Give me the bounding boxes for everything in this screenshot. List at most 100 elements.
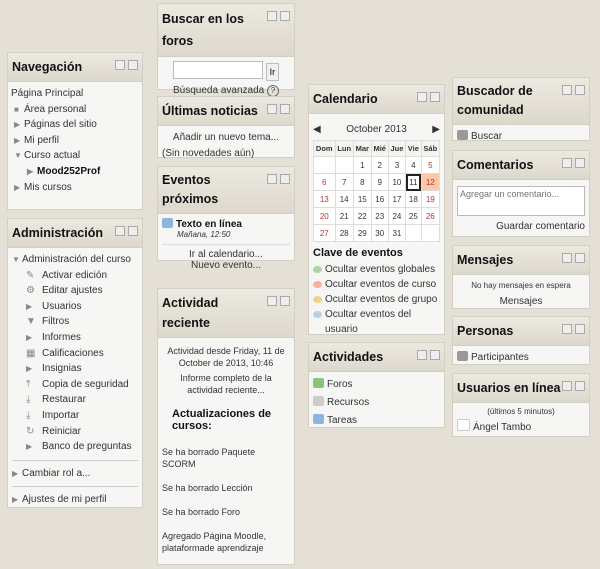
activity-forums[interactable]: Foros [313, 376, 440, 394]
block-controls[interactable] [562, 324, 585, 334]
dock-icon[interactable] [575, 381, 585, 391]
collapse-icon[interactable] [115, 226, 125, 236]
community-search-link[interactable]: Buscar [457, 129, 585, 145]
dock-icon[interactable] [280, 174, 290, 184]
switch-role[interactable]: ▶ Cambiar rol a... [12, 466, 138, 482]
participants-link[interactable]: Participantes [457, 350, 585, 366]
nav-dashboard[interactable]: ■ Área personal [11, 102, 138, 118]
collapse-icon[interactable] [562, 253, 572, 263]
admin-question-bank[interactable]: ▶ Banco de preguntas [26, 439, 138, 455]
messages-link[interactable]: Mensajes [457, 296, 585, 307]
calendar-day[interactable]: 31 [387, 224, 407, 242]
collapse-icon[interactable] [267, 174, 277, 184]
event-item[interactable]: Texto en línea [162, 218, 290, 230]
calendar-day[interactable]: 17 [387, 190, 407, 208]
nav-home[interactable]: Página Principal [11, 86, 138, 102]
calendar-day[interactable]: 20 [313, 207, 336, 225]
collapse-icon[interactable] [267, 296, 277, 306]
calendar-day[interactable]: 21 [334, 207, 354, 225]
nav-my-courses[interactable]: ▶ Mis cursos [11, 180, 138, 196]
admin-import[interactable]: ⤓ Importar [26, 408, 138, 424]
collapse-icon[interactable] [115, 60, 125, 70]
goto-calendar-link[interactable]: Ir al calendario... [162, 249, 290, 260]
admin-reset[interactable]: ↻ Reiniciar [26, 424, 138, 440]
calendar-day[interactable]: 23 [370, 207, 389, 225]
block-controls[interactable] [267, 104, 290, 114]
comment-textarea[interactable] [457, 186, 585, 216]
search-go-button[interactable]: Ir [265, 62, 280, 81]
dock-icon[interactable] [575, 158, 585, 168]
collapse-icon[interactable] [562, 85, 572, 95]
dock-icon[interactable] [280, 296, 290, 306]
profile-settings[interactable]: ▶ Ajustes de mi perfil [12, 492, 138, 508]
collapse-icon[interactable] [562, 158, 572, 168]
calendar-day[interactable]: 8 [352, 173, 372, 191]
calendar-day[interactable]: 25 [405, 207, 422, 225]
block-controls[interactable] [562, 381, 585, 391]
dock-icon[interactable] [280, 11, 290, 21]
admin-restore[interactable]: ⤓ Restaurar [26, 392, 138, 408]
collapse-icon[interactable] [562, 381, 572, 391]
calendar-day[interactable]: 12 [420, 173, 441, 191]
event-key-toggle[interactable]: Ocultar eventos de grupo [313, 292, 440, 307]
dock-icon[interactable] [575, 253, 585, 263]
calendar-day[interactable]: 24 [387, 207, 407, 225]
calendar-day[interactable]: 5 [420, 156, 441, 174]
block-controls[interactable] [115, 226, 138, 236]
help-icon[interactable]: ? [266, 84, 279, 97]
add-topic-link[interactable]: Añadir un nuevo tema... [162, 130, 290, 146]
calendar-day[interactable]: 2 [370, 156, 389, 174]
event-key-toggle[interactable]: Ocultar eventos globales [313, 262, 440, 277]
calendar-day[interactable]: 26 [420, 207, 441, 225]
calendar-day[interactable]: 22 [352, 207, 372, 225]
calendar-day[interactable]: 16 [370, 190, 389, 208]
calendar-day[interactable]: 1 [352, 156, 372, 174]
calendar-day[interactable]: 15 [352, 190, 372, 208]
event-key-toggle[interactable]: Ocultar eventos del usuario [313, 307, 440, 337]
save-comment-link[interactable]: Guardar comentario [457, 221, 585, 232]
activity-resources[interactable]: Recursos [313, 394, 440, 412]
admin-settings[interactable]: ⚙ Editar ajustes [26, 283, 138, 299]
search-input[interactable] [172, 61, 263, 79]
calendar-day[interactable]: 13 [313, 190, 336, 208]
calendar-day[interactable]: 11 [405, 173, 422, 191]
advanced-search-link[interactable]: Búsqueda avanzada [173, 85, 264, 96]
admin-grades[interactable]: ▦ Calificaciones [26, 346, 138, 362]
block-controls[interactable] [267, 296, 290, 306]
calendar-day[interactable]: 14 [334, 190, 354, 208]
block-controls[interactable] [267, 174, 290, 184]
block-controls[interactable] [267, 11, 290, 21]
month-label[interactable]: October 2013 [346, 124, 407, 135]
block-controls[interactable] [562, 253, 585, 263]
online-user[interactable]: Ángel Tambo [457, 419, 585, 436]
next-month-icon[interactable]: ▶ [432, 124, 440, 135]
block-controls[interactable] [417, 350, 440, 360]
nav-course[interactable]: ▶ Mood252Prof [11, 164, 138, 180]
admin-badges[interactable]: ▶ Insignias [26, 361, 138, 377]
calendar-day[interactable]: 3 [387, 156, 407, 174]
calendar-day[interactable]: 29 [352, 224, 372, 242]
admin-course[interactable]: ▼ Administración del curso [12, 252, 138, 268]
calendar-day[interactable]: 27 [313, 224, 336, 242]
prev-month-icon[interactable]: ◀ [313, 124, 321, 135]
admin-users[interactable]: ▶ Usuarios [26, 299, 138, 315]
nav-profile[interactable]: ▶ Mi perfil [11, 133, 138, 149]
nav-site-pages[interactable]: ▶ Páginas del sitio [11, 117, 138, 133]
calendar-day[interactable]: 19 [420, 190, 441, 208]
calendar-day[interactable]: 4 [405, 156, 422, 174]
collapse-icon[interactable] [562, 324, 572, 334]
event-key-toggle[interactable]: Ocultar eventos de curso [313, 277, 440, 292]
dock-icon[interactable] [430, 92, 440, 102]
block-controls[interactable] [562, 85, 585, 95]
dock-icon[interactable] [128, 60, 138, 70]
collapse-icon[interactable] [417, 350, 427, 360]
calendar-day[interactable]: 7 [334, 173, 354, 191]
dock-icon[interactable] [128, 226, 138, 236]
calendar-day[interactable]: 30 [370, 224, 389, 242]
activity-assignments[interactable]: Tareas [313, 412, 440, 430]
dock-icon[interactable] [280, 104, 290, 114]
collapse-icon[interactable] [267, 104, 277, 114]
collapse-icon[interactable] [417, 92, 427, 102]
admin-filters[interactable]: ▼ Filtros [26, 314, 138, 330]
block-controls[interactable] [417, 92, 440, 102]
